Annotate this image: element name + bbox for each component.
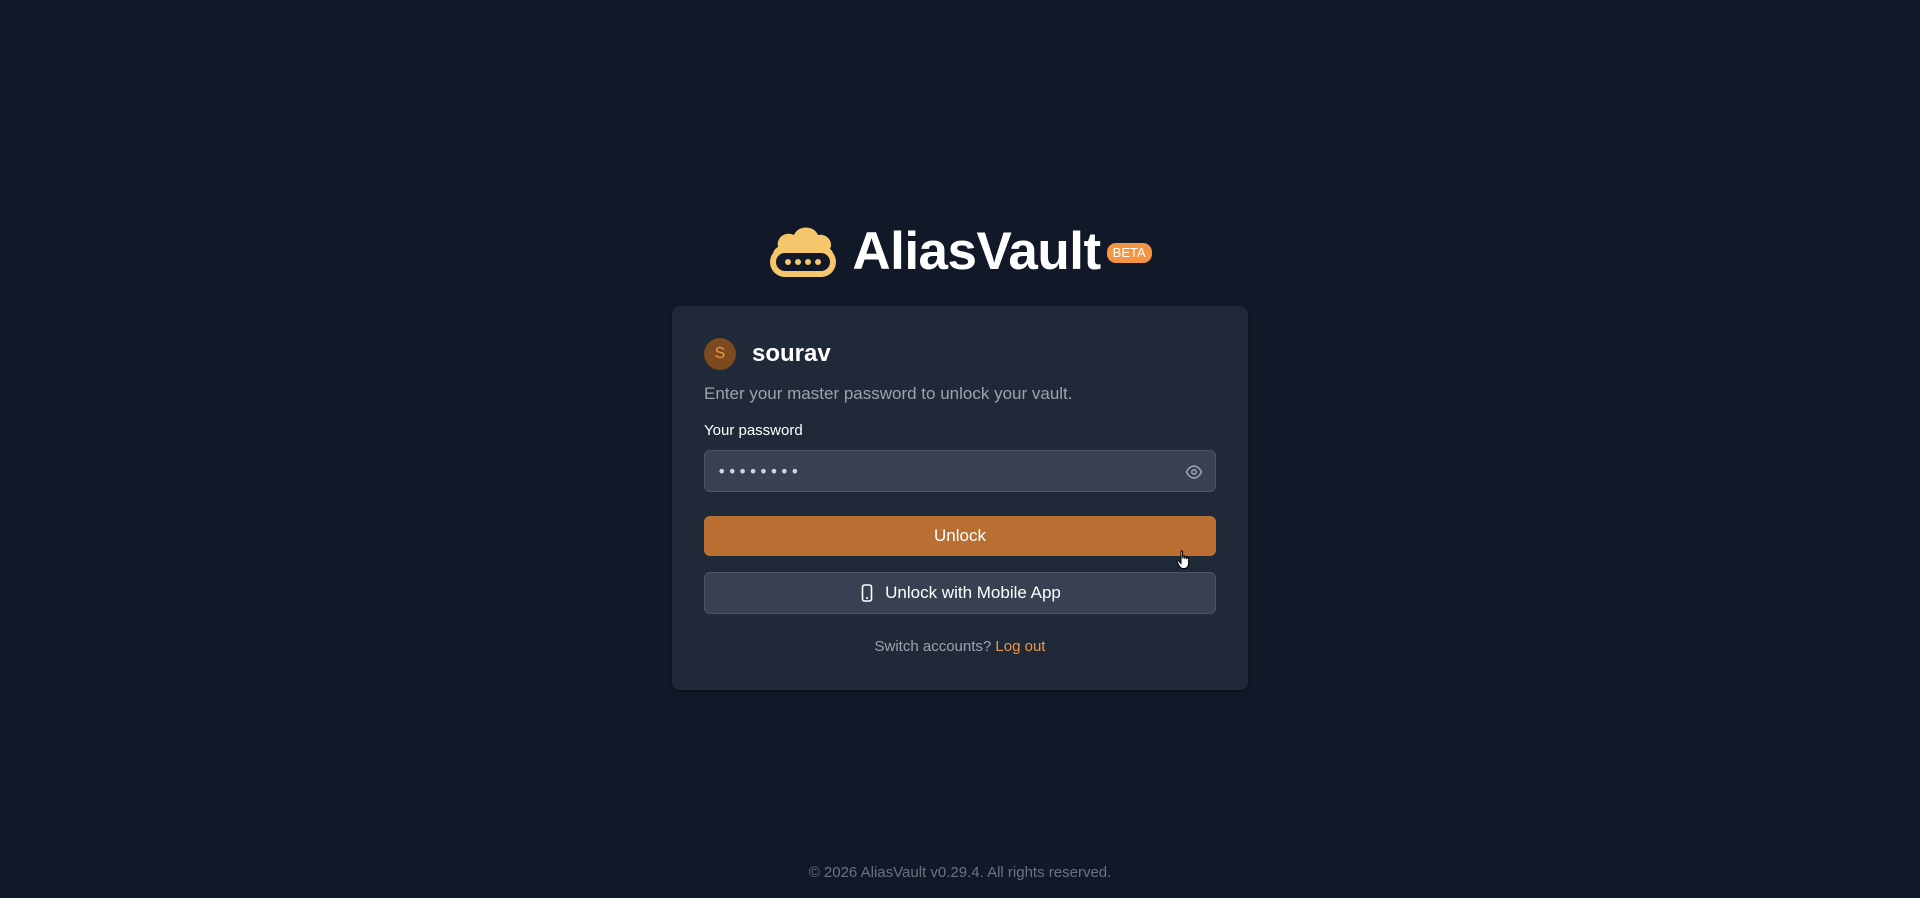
cloud-password-icon [770, 227, 837, 277]
unlock-mobile-app-button[interactable]: Unlock with Mobile App [704, 572, 1216, 614]
brand-header: AliasVault BETA [0, 220, 1920, 284]
unlock-page: AliasVault BETA S sourav Enter your mast… [0, 0, 1920, 898]
unlock-instructions: Enter your master password to unlock you… [704, 384, 1073, 403]
beta-badge: BETA [1106, 243, 1152, 263]
hand-cursor-icon [1176, 550, 1190, 569]
username: sourav [752, 340, 831, 367]
switch-accounts-text: Switch accounts? [874, 638, 992, 655]
unlock-button[interactable]: Unlock [704, 516, 1216, 556]
footer-copyright: © 2026 AliasVault v0.29.4. All rights re… [808, 864, 1112, 881]
password-field-wrapper [704, 450, 1216, 492]
logout-link[interactable]: Log out [995, 638, 1045, 655]
user-row: S sourav [704, 338, 831, 370]
unlock-card: S sourav Enter your master password to u… [672, 306, 1248, 690]
password-input[interactable] [705, 451, 1215, 491]
app-name: AliasVault [852, 222, 1101, 281]
eye-icon[interactable] [1185, 463, 1203, 481]
unlock-mobile-app-label: Unlock with Mobile App [885, 583, 1061, 602]
smartphone-icon [861, 584, 873, 602]
switch-accounts: Switch accounts? Log out [672, 638, 1248, 655]
password-label: Your password [704, 422, 803, 439]
avatar: S [704, 338, 736, 370]
